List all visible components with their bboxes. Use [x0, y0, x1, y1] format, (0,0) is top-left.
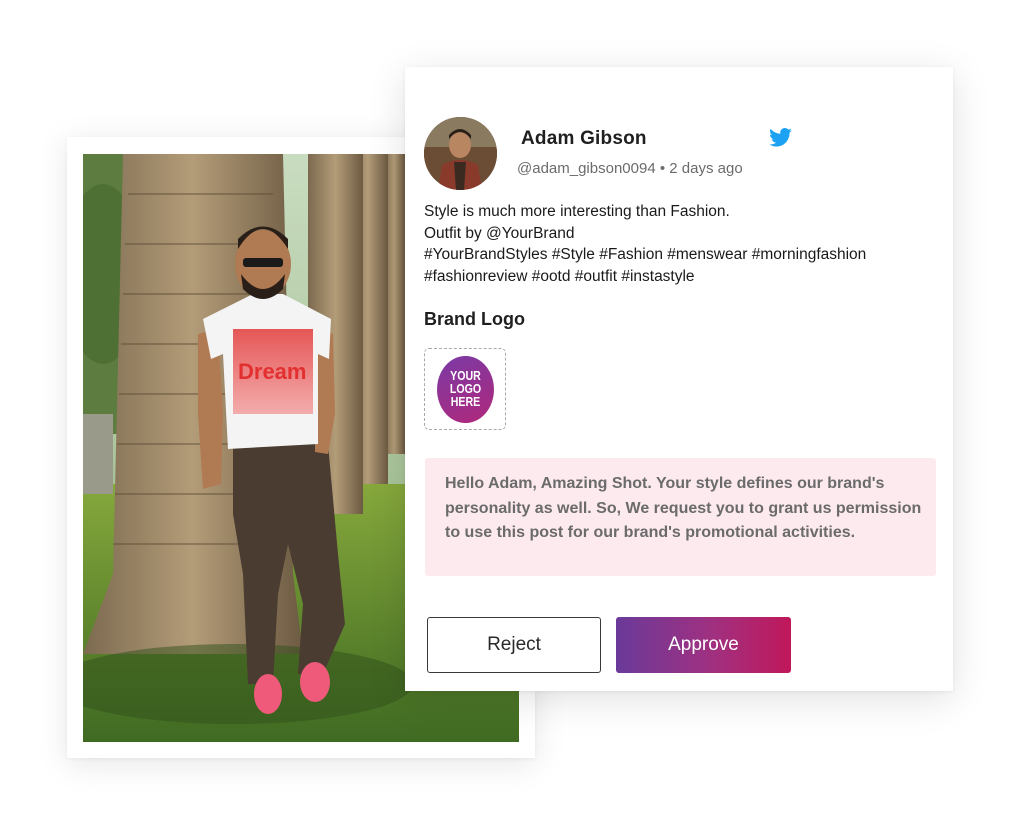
twitter-icon: [769, 128, 792, 147]
post-text: Style is much more interesting than Fash…: [424, 201, 934, 287]
post-line: Outfit by @YourBrand: [424, 224, 575, 242]
brand-logo-dropzone[interactable]: YOUR LOGO HERE: [424, 348, 506, 430]
user-handle[interactable]: @adam_gibson0094: [517, 160, 656, 177]
user-name[interactable]: Adam Gibson: [521, 128, 647, 150]
permission-message-text: Hello Adam, Amazing Shot. Your style def…: [445, 475, 922, 541]
post-time: 2 days ago: [669, 160, 743, 177]
post-meta: @adam_gibson0094 • 2 days ago: [517, 160, 743, 177]
post-hashtags: #fashionreview #ootd #outfit #instastyle: [424, 267, 695, 285]
meta-separator: •: [659, 160, 666, 177]
post-card: Adam Gibson @adam_gibson0094 • 2 days ag…: [405, 67, 953, 691]
brand-logo-placeholder: YOUR LOGO HERE: [437, 356, 494, 423]
shirt-print: Dream: [238, 359, 306, 384]
avatar[interactable]: [424, 117, 497, 190]
reject-button[interactable]: Reject: [427, 617, 601, 673]
brand-logo-heading: Brand Logo: [424, 309, 525, 329]
post-line: Style is much more interesting than Fash…: [424, 203, 730, 220]
post-hashtags: #YourBrandStyles #Style #Fashion #menswe…: [424, 246, 867, 263]
permission-message: Hello Adam, Amazing Shot. Your style def…: [425, 458, 936, 576]
approve-button[interactable]: Approve: [616, 617, 791, 673]
logo-line: HERE: [450, 395, 481, 409]
